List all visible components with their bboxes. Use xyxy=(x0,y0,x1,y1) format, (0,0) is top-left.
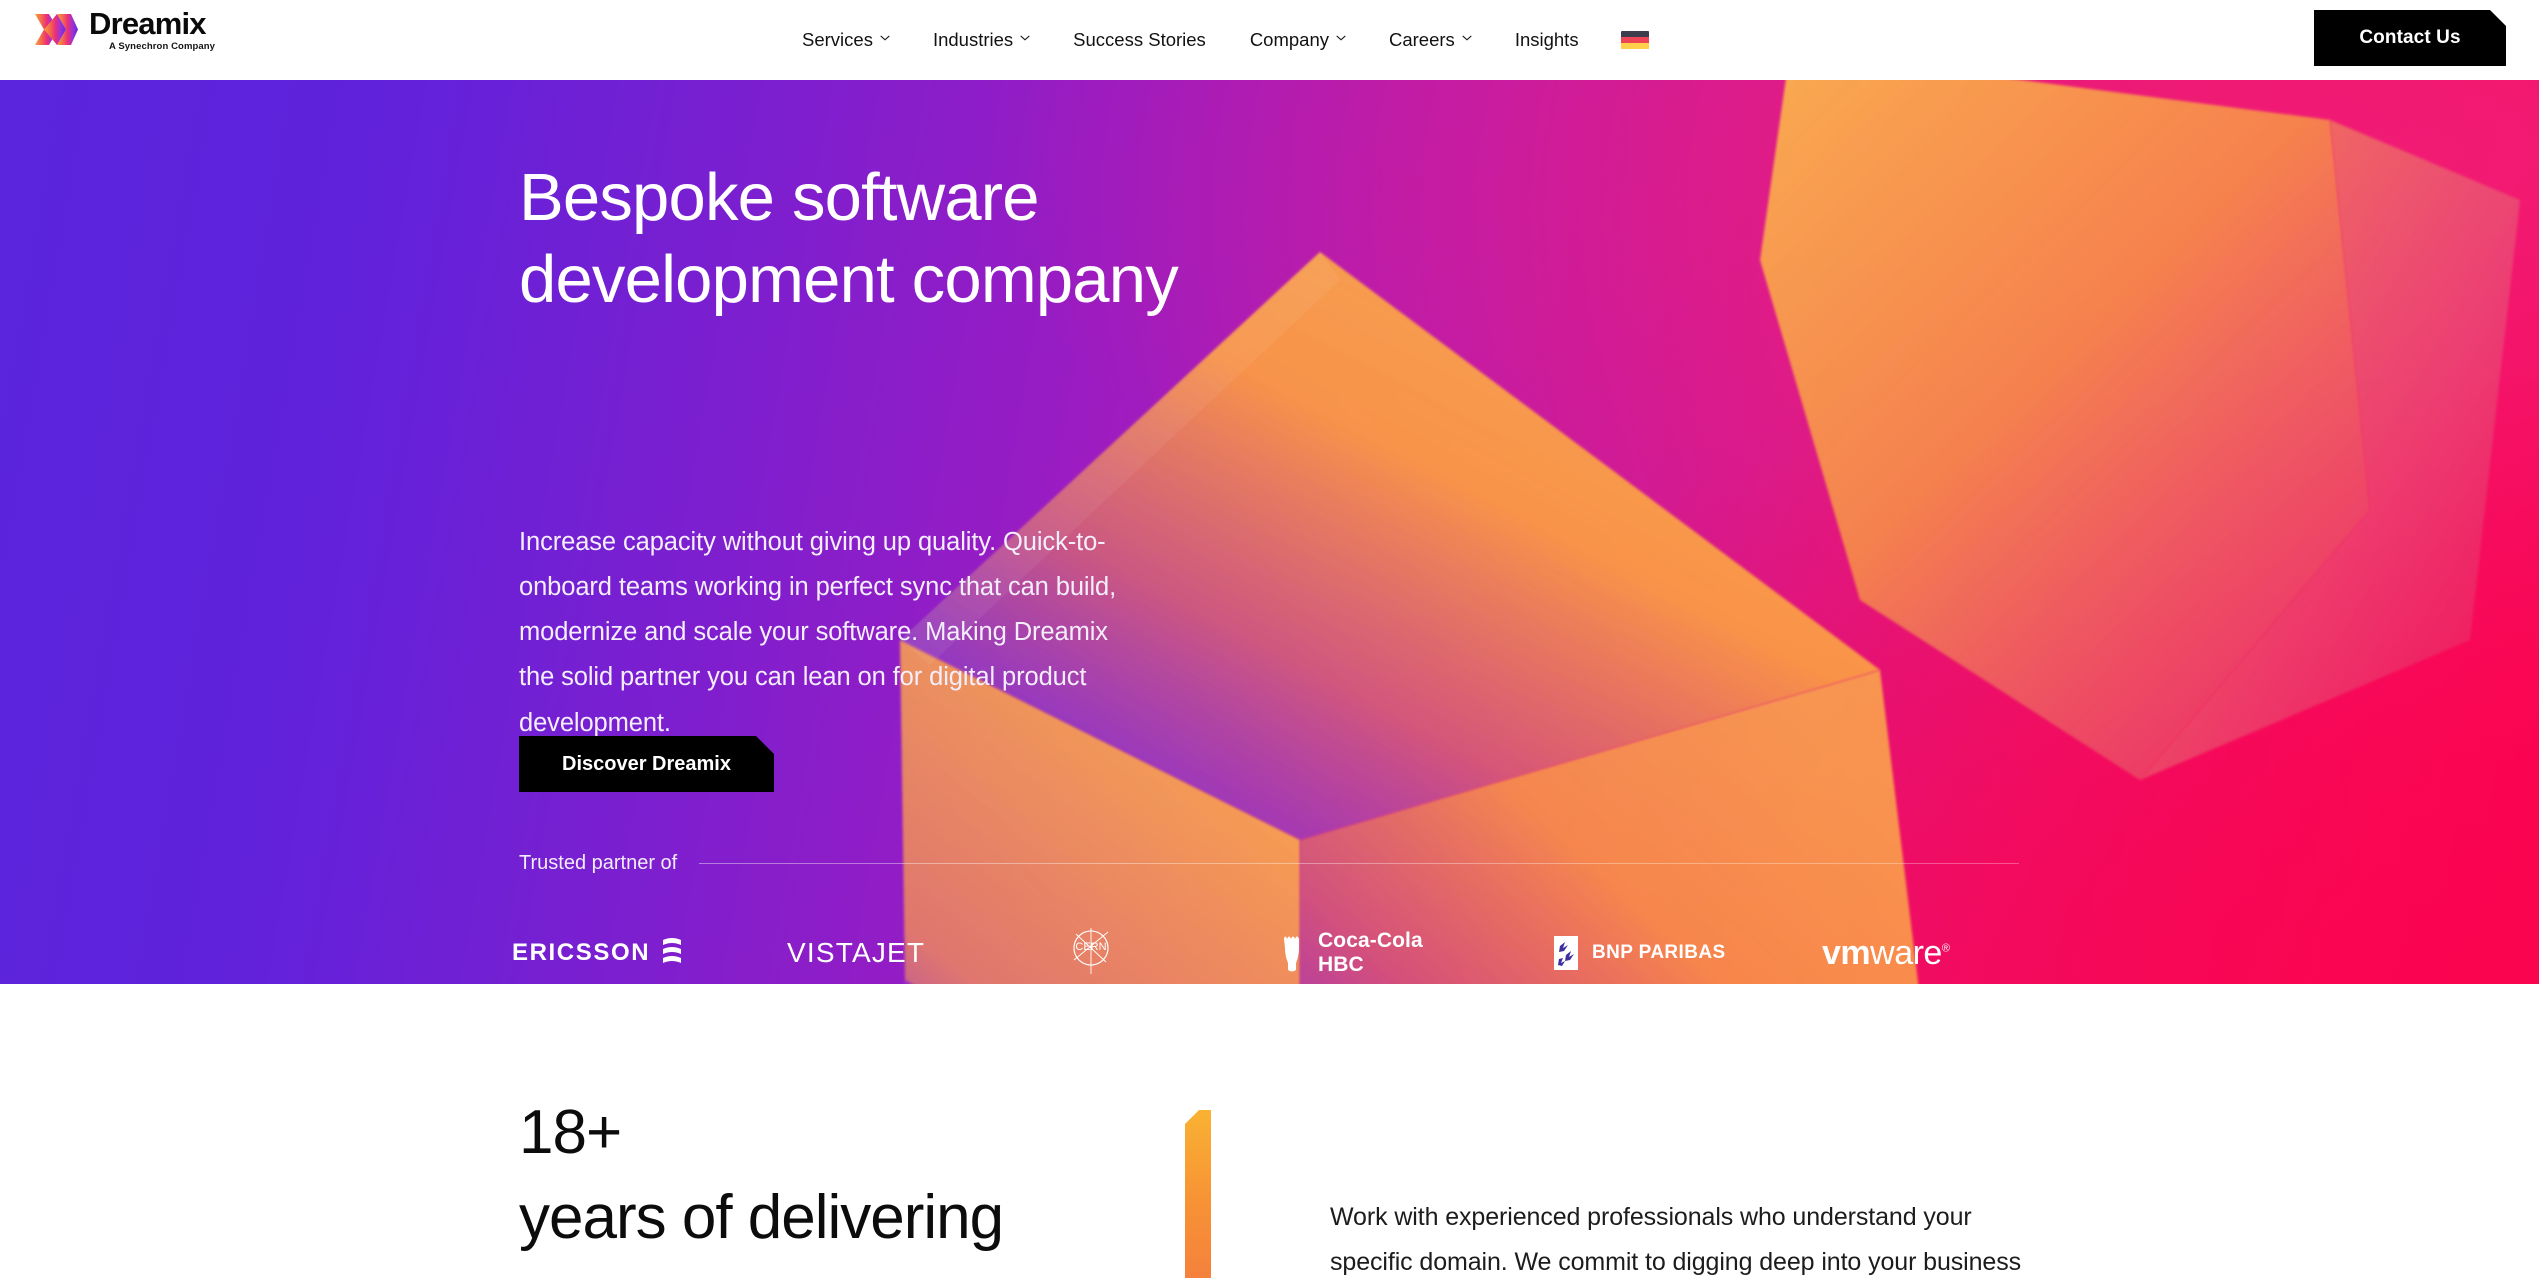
client-logo-vistajet[interactable]: VISTAJET xyxy=(787,922,1062,984)
coke-line-2: HBC xyxy=(1318,953,1364,976)
stat-number: 18+ xyxy=(519,1098,622,1167)
client-logo-cern[interactable]: CERN xyxy=(1062,922,1277,984)
vmware-wordmark: vmware® xyxy=(1822,933,1950,973)
vmware-rest: ware xyxy=(1870,933,1942,972)
chevron-down-icon xyxy=(1462,35,1472,44)
site-header: Dreamix A Synechron Company Services Ind… xyxy=(0,0,2539,80)
coca-cola-hbc-logo-icon xyxy=(1277,932,1307,974)
nav-label: Industries xyxy=(932,29,1014,50)
logo-wordmark: Dreamix xyxy=(89,6,207,41)
language-switcher[interactable] xyxy=(1601,0,1669,80)
chevron-down-icon xyxy=(880,35,890,44)
bnp-paribas-wordmark: BNP PARIBAS xyxy=(1592,942,1726,963)
vmware-bold: vm xyxy=(1822,933,1871,972)
hero-paragraph: Increase capacity without giving up qual… xyxy=(519,528,1117,737)
hero-section: Bespoke software development company Inc… xyxy=(0,80,2539,984)
german-flag-icon xyxy=(1620,30,1649,50)
contact-us-button[interactable]: Contact Us xyxy=(2314,10,2506,66)
logo-tagline: A Synechron Company xyxy=(109,41,216,52)
cern-logo-icon: CERN xyxy=(1062,922,1120,985)
nav-label: Insights xyxy=(1514,29,1579,50)
bnp-paribas-logo-icon xyxy=(1552,934,1580,972)
client-logos-row: ERICSSON VISTAJET CERN Coca-Cola HBC BNP… xyxy=(512,922,2032,984)
chevron-down-icon xyxy=(1336,35,1346,44)
client-logo-coca-cola-hbc[interactable]: Coca-Cola HBC xyxy=(1277,922,1552,984)
discover-dreamix-button[interactable]: Discover Dreamix xyxy=(519,736,774,792)
vistajet-wordmark: VISTAJET xyxy=(787,937,926,968)
divider-line xyxy=(699,863,2019,864)
nav-item-services[interactable]: Services xyxy=(780,0,911,80)
site-logo[interactable]: Dreamix A Synechron Company xyxy=(33,8,215,52)
chevron-down-icon xyxy=(1020,35,1030,44)
nav-label: Careers xyxy=(1389,29,1455,50)
stats-section: 18+ years of delivering Work with experi… xyxy=(0,984,2539,1278)
client-logo-ericsson[interactable]: ERICSSON xyxy=(512,922,787,984)
nav-item-success-stories[interactable]: Success Stories xyxy=(1051,0,1228,80)
svg-text:CERN: CERN xyxy=(1075,941,1106,953)
stat-label: years of delivering xyxy=(519,1183,1004,1252)
coca-cola-hbc-wordmark: Coca-Cola HBC xyxy=(1318,929,1423,978)
client-logo-bnp-paribas[interactable]: BNP PARIBAS xyxy=(1552,922,1822,984)
client-logo-vmware[interactable]: vmware® xyxy=(1822,922,2022,984)
hero-heading: Bespoke software development company xyxy=(519,160,1179,317)
nav-item-company[interactable]: Company xyxy=(1228,0,1367,80)
trusted-partner-row: Trusted partner of xyxy=(519,852,2019,875)
nav-label: Success Stories xyxy=(1073,29,1206,50)
ericsson-wordmark: ERICSSON xyxy=(512,939,651,966)
registered-mark: ® xyxy=(1941,942,1950,955)
coke-line-1: Coca-Cola xyxy=(1318,928,1423,952)
nav-label: Services xyxy=(802,29,873,50)
nav-item-careers[interactable]: Careers xyxy=(1367,0,1493,80)
ericsson-logo-icon xyxy=(659,936,685,970)
dreamix-logo-mark-icon xyxy=(33,10,80,49)
stats-paragraph: Work with experienced professionals who … xyxy=(1330,1203,2022,1276)
orange-accent-bar xyxy=(1185,1110,1211,1278)
main-navigation: Services Industries Success Stories Comp… xyxy=(780,0,1669,80)
nav-label: Company xyxy=(1249,29,1329,50)
nav-item-industries[interactable]: Industries xyxy=(911,0,1051,80)
trusted-partner-label: Trusted partner of xyxy=(519,852,678,874)
nav-item-insights[interactable]: Insights xyxy=(1493,0,1601,80)
